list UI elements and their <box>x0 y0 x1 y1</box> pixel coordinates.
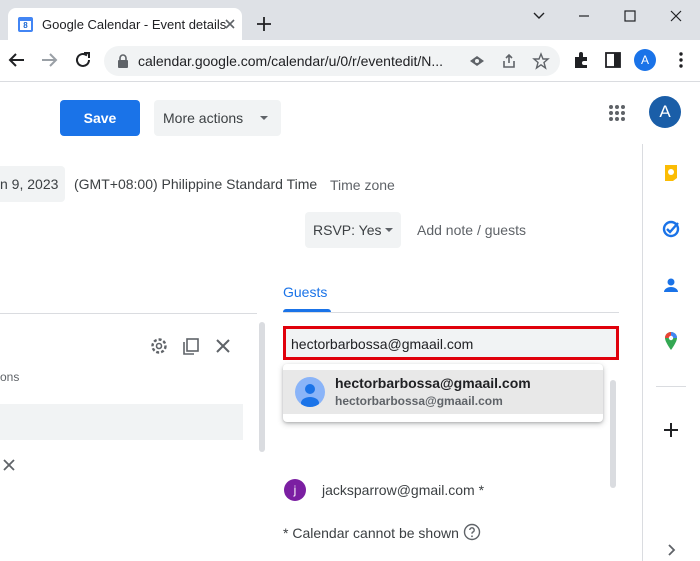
rsvp-label: RSVP: Yes <box>313 222 382 238</box>
close-icon[interactable] <box>213 336 233 356</box>
dropdown-caret-icon <box>385 228 393 232</box>
calendar-note: * Calendar cannot be shown <box>283 525 459 541</box>
add-note-button[interactable]: Add note / guests <box>417 222 526 238</box>
suggestion-name: hectorbarbossa@gmaail.com <box>335 375 531 391</box>
copy-icon[interactable] <box>181 336 201 356</box>
back-arrow-icon[interactable] <box>6 49 28 71</box>
add-icon[interactable] <box>661 420 681 440</box>
kebab-menu-icon[interactable] <box>671 50 691 70</box>
side-panel-divider <box>642 144 643 561</box>
close-icon[interactable] <box>2 458 16 472</box>
reload-icon[interactable] <box>72 49 94 71</box>
keep-icon[interactable] <box>661 163 681 183</box>
google-apps-icon[interactable] <box>608 104 626 122</box>
browser-titlebar: 8 Google Calendar - Event details <box>0 0 700 40</box>
add-guests-field[interactable] <box>283 326 619 360</box>
gear-icon[interactable] <box>149 336 169 356</box>
panel-divider <box>0 313 257 314</box>
dropdown-caret-icon <box>260 116 268 120</box>
maximize-icon[interactable] <box>616 6 644 26</box>
end-date-field[interactable]: n 9, 2023 <box>0 166 65 202</box>
address-bar[interactable]: calendar.google.com/calendar/u/0/r/event… <box>104 46 560 76</box>
timezone-text: (GMT+08:00) Philippine Standard Time <box>74 176 318 192</box>
scrollbar[interactable] <box>259 322 265 452</box>
new-tab-icon[interactable] <box>254 14 274 34</box>
browser-tab[interactable]: 8 Google Calendar - Event details <box>8 8 242 40</box>
maps-icon[interactable] <box>661 331 681 351</box>
guest-avatar: j <box>284 479 306 501</box>
share-icon[interactable] <box>500 52 518 70</box>
url-text[interactable]: calendar.google.com/calendar/u/0/r/event… <box>138 53 443 69</box>
contacts-icon[interactable] <box>661 275 681 295</box>
browser-profile-avatar[interactable]: A <box>634 49 656 71</box>
calendar-favicon-icon: 8 <box>18 17 33 32</box>
panel-row[interactable] <box>0 404 243 440</box>
default-avatar-icon <box>295 377 325 407</box>
add-guests-input[interactable] <box>291 334 609 354</box>
guest-suggestions-dropdown: hectorbarbossa@gmaail.com hectorbarbossa… <box>283 364 603 422</box>
panel-subtitle: ons <box>0 370 20 384</box>
tab-guests[interactable]: Guests <box>283 284 327 300</box>
tab-close-icon[interactable] <box>220 14 240 34</box>
window-close-icon[interactable] <box>662 6 690 26</box>
suggestion-item[interactable]: hectorbarbossa@gmaail.com hectorbarbossa… <box>283 370 603 414</box>
eye-icon[interactable] <box>468 52 486 70</box>
chevron-right-icon[interactable] <box>661 540 681 560</box>
browser-toolbar: calendar.google.com/calendar/u/0/r/event… <box>0 40 700 82</box>
suggestion-email: hectorbarbossa@gmaail.com <box>335 394 503 408</box>
more-actions-button[interactable]: More actions <box>154 100 281 136</box>
timezone-button[interactable]: Time zone <box>330 177 395 193</box>
minimize-icon[interactable] <box>570 6 598 26</box>
tasks-icon[interactable] <box>661 219 681 239</box>
bookmark-star-icon[interactable] <box>532 52 550 70</box>
tab-title: Google Calendar - Event details <box>42 17 227 32</box>
side-panel-separator <box>656 386 686 387</box>
save-button[interactable]: Save <box>60 100 140 136</box>
help-icon[interactable] <box>463 523 481 541</box>
more-actions-label: More actions <box>163 110 244 126</box>
forward-arrow-icon[interactable] <box>38 49 60 71</box>
chevron-down-icon[interactable] <box>525 6 553 26</box>
guest-email: jacksparrow@gmail.com * <box>322 482 485 498</box>
tab-divider <box>283 312 619 313</box>
rsvp-select[interactable]: RSVP: Yes <box>305 212 401 248</box>
lock-icon[interactable] <box>114 52 132 70</box>
account-avatar[interactable]: A <box>649 96 681 128</box>
end-date-text: n 9, 2023 <box>0 176 59 192</box>
scrollbar[interactable] <box>610 380 616 488</box>
extensions-puzzle-icon[interactable] <box>571 50 591 70</box>
side-panel-icon[interactable] <box>603 50 623 70</box>
